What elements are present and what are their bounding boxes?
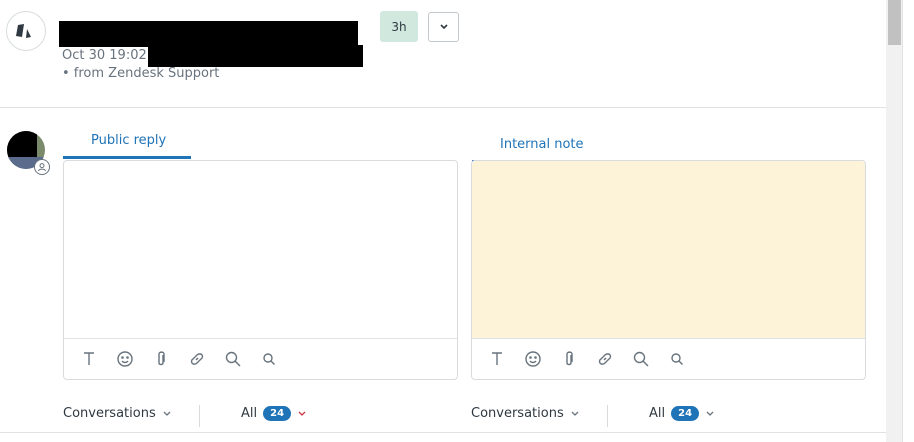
conversations-label: Conversations bbox=[63, 406, 156, 421]
count-badge: 24 bbox=[263, 406, 292, 421]
emoji-icon[interactable] bbox=[114, 348, 136, 370]
search-icon[interactable] bbox=[630, 348, 652, 370]
right-panel-edge bbox=[902, 0, 914, 442]
right-conversations-dropdown[interactable]: Conversations bbox=[471, 406, 580, 421]
zendesk-logo-icon bbox=[16, 24, 31, 38]
internal-note-editor[interactable] bbox=[471, 160, 866, 380]
scrollbar-thumb[interactable] bbox=[888, 0, 901, 45]
tab-internal-note[interactable]: Internal note bbox=[500, 137, 584, 152]
footer-divider bbox=[0, 432, 914, 433]
public-reply-editor[interactable] bbox=[63, 160, 458, 380]
ticket-options-button[interactable] bbox=[428, 12, 459, 42]
header-divider bbox=[0, 107, 914, 108]
tab-public-reply-indicator bbox=[63, 156, 191, 159]
chevron-down-icon bbox=[298, 411, 306, 416]
editor-divider bbox=[472, 338, 865, 339]
search-small-icon[interactable] bbox=[666, 348, 688, 370]
left-conversations-dropdown[interactable]: Conversations bbox=[63, 406, 172, 421]
search-icon[interactable] bbox=[222, 348, 244, 370]
redacted-email bbox=[148, 45, 363, 67]
comment-timestamp: Oct 30 19:02 • bbox=[62, 48, 159, 63]
attachment-icon[interactable] bbox=[150, 348, 172, 370]
chevron-down-icon bbox=[163, 411, 171, 416]
emoji-icon[interactable] bbox=[522, 348, 544, 370]
link-icon[interactable] bbox=[186, 348, 208, 370]
brand-logo bbox=[6, 11, 46, 51]
redacted-requester-name bbox=[59, 21, 358, 47]
tab-public-reply[interactable]: Public reply bbox=[91, 133, 166, 148]
text-format-icon[interactable] bbox=[486, 348, 508, 370]
internal-note-toolbar bbox=[486, 348, 688, 370]
time-badge: 3h bbox=[380, 11, 418, 42]
chevron-down-icon bbox=[571, 411, 579, 416]
attachment-icon[interactable] bbox=[558, 348, 580, 370]
filter-label: All bbox=[649, 406, 666, 421]
user-icon bbox=[34, 159, 50, 175]
search-small-icon[interactable] bbox=[258, 348, 280, 370]
left-filter-dropdown[interactable]: All 24 bbox=[241, 406, 307, 421]
text-format-icon[interactable] bbox=[78, 348, 100, 370]
right-filter-dropdown[interactable]: All 24 bbox=[649, 406, 715, 421]
count-badge: 24 bbox=[671, 406, 700, 421]
footer-separator bbox=[199, 405, 200, 427]
internal-note-textarea[interactable] bbox=[472, 161, 865, 338]
scrollbar-track[interactable] bbox=[886, 0, 902, 442]
chevron-down-icon bbox=[706, 411, 714, 416]
comment-source: • from Zendesk Support bbox=[62, 66, 220, 81]
public-reply-textarea[interactable] bbox=[64, 161, 457, 338]
link-icon[interactable] bbox=[594, 348, 616, 370]
editor-divider bbox=[64, 338, 457, 339]
footer-separator bbox=[607, 405, 608, 427]
filter-label: All bbox=[241, 406, 258, 421]
public-reply-toolbar bbox=[78, 348, 280, 370]
conversations-label: Conversations bbox=[471, 406, 564, 421]
chevron-down-icon bbox=[439, 24, 448, 30]
